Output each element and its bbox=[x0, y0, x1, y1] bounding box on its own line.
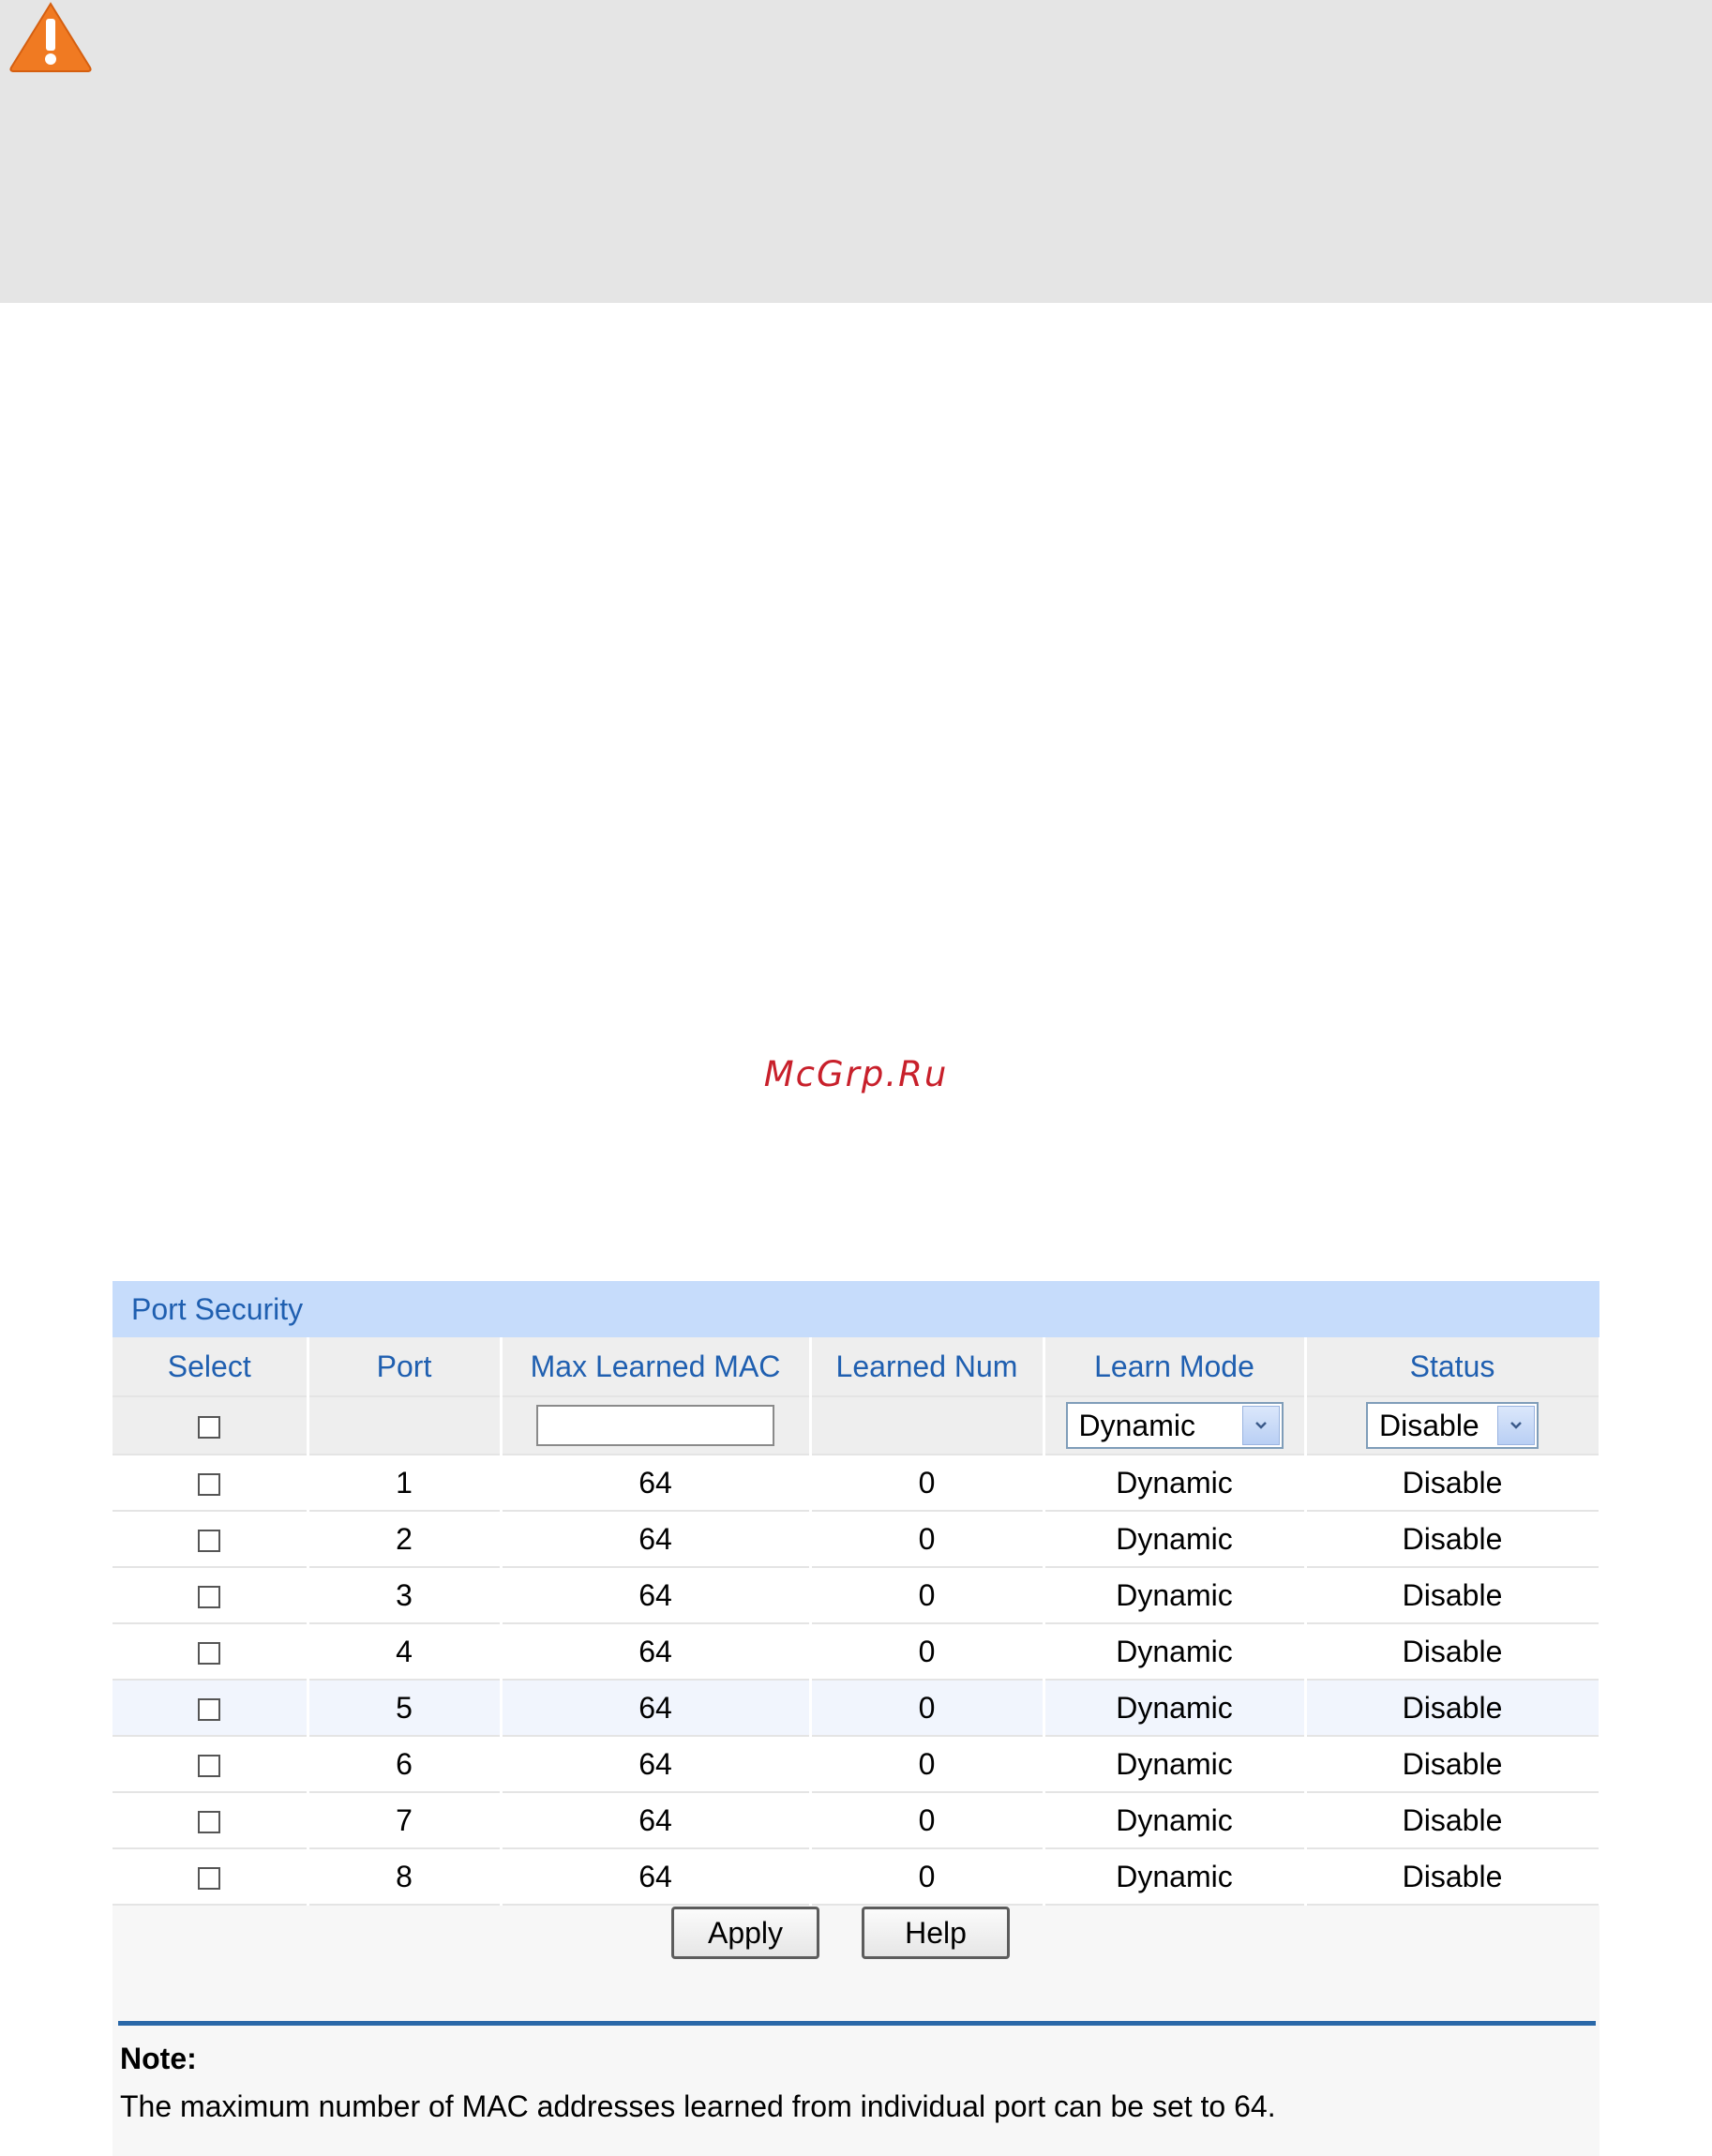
row-select-checkbox[interactable] bbox=[198, 1642, 221, 1666]
col-header-port: Port bbox=[308, 1337, 503, 1397]
learn-mode-cell: Dynamic bbox=[1044, 1455, 1307, 1512]
table-row: 3 64 0 Dynamic Disable bbox=[113, 1567, 1601, 1624]
filter-row: Dynamic Disable bbox=[113, 1396, 1601, 1455]
table-row: 5 64 0 Dynamic Disable bbox=[113, 1680, 1601, 1737]
learned-num-cell: 0 bbox=[810, 1848, 1045, 1906]
warning-box bbox=[0, 0, 1712, 303]
max-learned-mac-input[interactable] bbox=[536, 1405, 774, 1446]
max-learned-mac-cell: 64 bbox=[501, 1623, 812, 1681]
port-cell: 4 bbox=[308, 1623, 503, 1681]
port-cell: 2 bbox=[308, 1511, 503, 1568]
panel-title: Port Security bbox=[113, 1281, 1599, 1337]
status-select-value: Disable bbox=[1379, 1408, 1479, 1442]
row-select-checkbox[interactable] bbox=[198, 1755, 221, 1778]
learn-mode-cell: Dynamic bbox=[1044, 1511, 1307, 1568]
col-header-max-learned-mac: Max Learned MAC bbox=[501, 1337, 812, 1397]
status-select[interactable]: Disable bbox=[1366, 1402, 1539, 1449]
table-row: 2 64 0 Dynamic Disable bbox=[113, 1511, 1601, 1568]
row-select-checkbox[interactable] bbox=[198, 1530, 221, 1553]
watermark-text: McGrp.Ru bbox=[763, 1054, 949, 1094]
row-select-checkbox[interactable] bbox=[198, 1586, 221, 1609]
learn-mode-select-value: Dynamic bbox=[1078, 1408, 1195, 1442]
learned-num-cell: 0 bbox=[810, 1623, 1045, 1681]
apply-button[interactable]: Apply bbox=[671, 1907, 819, 1959]
warning-triangle-icon bbox=[9, 2, 92, 72]
table-row: 7 64 0 Dynamic Disable bbox=[113, 1792, 1601, 1849]
max-learned-mac-cell: 64 bbox=[501, 1736, 812, 1793]
port-cell: 3 bbox=[308, 1567, 503, 1624]
col-header-learned-num: Learned Num bbox=[810, 1337, 1045, 1397]
status-cell: Disable bbox=[1305, 1511, 1601, 1568]
port-cell: 8 bbox=[308, 1848, 503, 1906]
col-header-learn-mode: Learn Mode bbox=[1044, 1337, 1307, 1397]
learn-mode-cell: Dynamic bbox=[1044, 1792, 1307, 1849]
note-divider bbox=[118, 2021, 1596, 2026]
learned-num-cell: 0 bbox=[810, 1567, 1045, 1624]
table-row: 4 64 0 Dynamic Disable bbox=[113, 1623, 1601, 1681]
learned-num-cell: 0 bbox=[810, 1455, 1045, 1512]
learned-num-cell: 0 bbox=[810, 1680, 1045, 1737]
chevron-down-icon bbox=[1497, 1406, 1535, 1445]
learn-mode-select[interactable]: Dynamic bbox=[1065, 1402, 1284, 1449]
max-learned-mac-cell: 64 bbox=[501, 1567, 812, 1624]
learn-mode-cell: Dynamic bbox=[1044, 1567, 1307, 1624]
status-cell: Disable bbox=[1305, 1792, 1601, 1849]
table-row: 1 64 0 Dynamic Disable bbox=[113, 1455, 1601, 1512]
max-learned-mac-cell: 64 bbox=[501, 1680, 812, 1737]
note-title: Note: bbox=[120, 2042, 197, 2075]
select-all-checkbox[interactable] bbox=[198, 1416, 221, 1440]
help-button[interactable]: Help bbox=[862, 1907, 1010, 1959]
learned-num-cell: 0 bbox=[810, 1511, 1045, 1568]
chevron-down-icon bbox=[1241, 1406, 1280, 1445]
learn-mode-cell: Dynamic bbox=[1044, 1680, 1307, 1737]
status-cell: Disable bbox=[1305, 1567, 1601, 1624]
status-cell: Disable bbox=[1305, 1455, 1601, 1512]
port-cell: 7 bbox=[308, 1792, 503, 1849]
col-header-select: Select bbox=[113, 1337, 309, 1397]
learn-mode-cell: Dynamic bbox=[1044, 1848, 1307, 1906]
learned-num-cell: 0 bbox=[810, 1736, 1045, 1793]
row-select-checkbox[interactable] bbox=[198, 1867, 221, 1891]
max-learned-mac-cell: 64 bbox=[501, 1792, 812, 1849]
col-header-status: Status bbox=[1305, 1337, 1601, 1397]
header-row: Select Port Max Learned MAC Learned Num … bbox=[113, 1337, 1601, 1397]
status-cell: Disable bbox=[1305, 1680, 1601, 1737]
port-cell: 5 bbox=[308, 1680, 503, 1737]
table-row: 6 64 0 Dynamic Disable bbox=[113, 1736, 1601, 1793]
row-select-checkbox[interactable] bbox=[198, 1473, 221, 1497]
table-row: 8 64 0 Dynamic Disable bbox=[113, 1848, 1601, 1906]
learn-mode-cell: Dynamic bbox=[1044, 1736, 1307, 1793]
max-learned-mac-cell: 64 bbox=[501, 1455, 812, 1512]
port-security-table: Select Port Max Learned MAC Learned Num … bbox=[113, 1337, 1601, 1906]
status-cell: Disable bbox=[1305, 1623, 1601, 1681]
note-text: The maximum number of MAC addresses lear… bbox=[120, 2089, 1276, 2123]
max-learned-mac-cell: 64 bbox=[501, 1511, 812, 1568]
row-select-checkbox[interactable] bbox=[198, 1698, 221, 1722]
learned-num-cell: 0 bbox=[810, 1792, 1045, 1849]
status-cell: Disable bbox=[1305, 1736, 1601, 1793]
port-cell: 6 bbox=[308, 1736, 503, 1793]
row-select-checkbox[interactable] bbox=[198, 1811, 221, 1834]
learn-mode-cell: Dynamic bbox=[1044, 1623, 1307, 1681]
max-learned-mac-cell: 64 bbox=[501, 1848, 812, 1906]
status-cell: Disable bbox=[1305, 1848, 1601, 1906]
port-cell: 1 bbox=[308, 1455, 503, 1512]
